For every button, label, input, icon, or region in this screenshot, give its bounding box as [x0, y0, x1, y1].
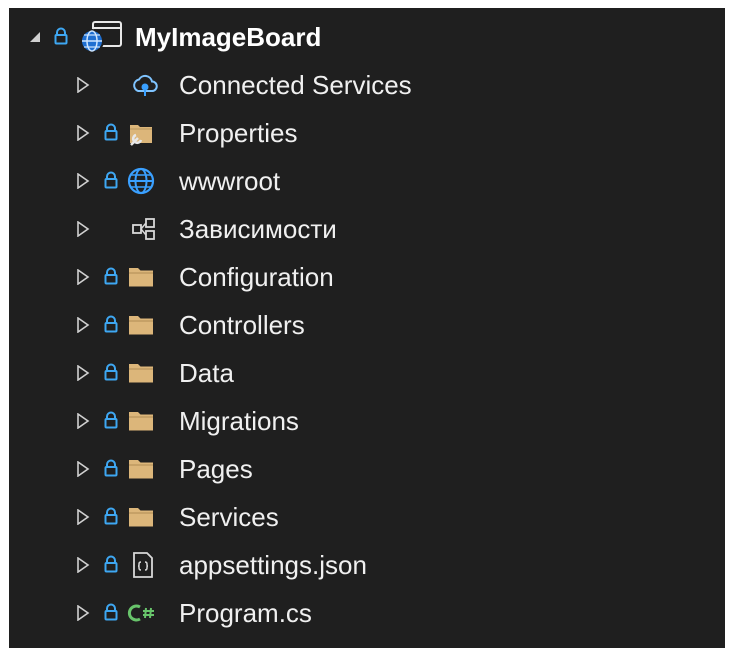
tree-item-label: Properties [179, 118, 298, 148]
lock-icon [104, 603, 118, 621]
folder-icon [129, 268, 153, 287]
csharp-file-icon [127, 604, 154, 622]
collapsed-arrow-icon[interactable] [75, 605, 91, 621]
lock-icon [104, 315, 118, 333]
collapsed-arrow-icon[interactable] [75, 509, 91, 525]
tree-item-label: Migrations [179, 406, 299, 436]
tree-item-label: appsettings.json [179, 550, 367, 580]
json-file-icon [133, 552, 153, 578]
tree-row-configuration[interactable]: Configuration [9, 254, 725, 300]
lock-icon [104, 411, 118, 429]
web-project-icon [80, 21, 122, 53]
window-frame: MyImageBoard Connected Services Properti… [0, 0, 732, 648]
globe-icon [127, 167, 155, 195]
collapsed-arrow-icon[interactable] [75, 365, 91, 381]
collapsed-arrow-icon[interactable] [75, 413, 91, 429]
lock-icon [104, 555, 118, 573]
folder-icon [129, 364, 153, 383]
collapsed-arrow-icon[interactable] [75, 461, 91, 477]
connected-services-icon [133, 74, 158, 96]
tree-item-label: Services [179, 502, 279, 532]
tree-row-pages[interactable]: Pages [9, 446, 725, 492]
tree-row-connected-services[interactable]: Connected Services [9, 62, 725, 108]
tree-row-services[interactable]: Services [9, 494, 725, 540]
tree-row-controllers[interactable]: Controllers [9, 302, 725, 348]
tree-item-label: Data [179, 358, 234, 388]
lock-icon [54, 27, 68, 45]
lock-icon [104, 507, 118, 525]
folder-icon [129, 460, 153, 479]
properties-folder-icon [130, 125, 152, 146]
collapsed-arrow-icon[interactable] [75, 125, 91, 141]
collapsed-arrow-icon[interactable] [75, 77, 91, 93]
lock-icon [104, 267, 118, 285]
tree-row-project[interactable]: MyImageBoard [9, 14, 725, 60]
collapsed-arrow-icon[interactable] [75, 173, 91, 189]
collapsed-arrow-icon[interactable] [75, 317, 91, 333]
dependencies-icon [132, 218, 155, 240]
folder-icon [129, 508, 153, 527]
collapsed-arrow-icon[interactable] [75, 221, 91, 237]
tree-row-appsettings[interactable]: appsettings.json [9, 542, 725, 588]
tree-item-label: Зависимости [179, 214, 337, 244]
expanded-arrow-icon[interactable] [29, 31, 41, 43]
folder-icon [129, 316, 153, 335]
tree-row-properties[interactable]: Properties [9, 110, 725, 156]
tree-row-program[interactable]: Program.cs [9, 590, 725, 636]
tree-item-label: Controllers [179, 310, 305, 340]
lock-icon [104, 123, 118, 141]
lock-icon [104, 171, 118, 189]
tree-item-label: Connected Services [179, 70, 412, 100]
project-name-label: MyImageBoard [135, 22, 322, 52]
folder-icon [129, 412, 153, 431]
tree-item-label: Pages [179, 454, 253, 484]
solution-explorer-tree: MyImageBoard Connected Services Properti… [9, 8, 725, 648]
tree-row-wwwroot[interactable]: wwwroot [9, 158, 725, 204]
tree-row-migrations[interactable]: Migrations [9, 398, 725, 444]
collapsed-arrow-icon[interactable] [75, 557, 91, 573]
tree-item-label: Configuration [179, 262, 334, 292]
lock-icon [104, 459, 118, 477]
lock-icon [104, 363, 118, 381]
tree-item-label: Program.cs [179, 598, 312, 628]
collapsed-arrow-icon[interactable] [75, 269, 91, 285]
tree-row-data[interactable]: Data [9, 350, 725, 396]
tree-row-dependencies[interactable]: Зависимости [9, 206, 725, 252]
tree-item-label: wwwroot [179, 166, 281, 196]
